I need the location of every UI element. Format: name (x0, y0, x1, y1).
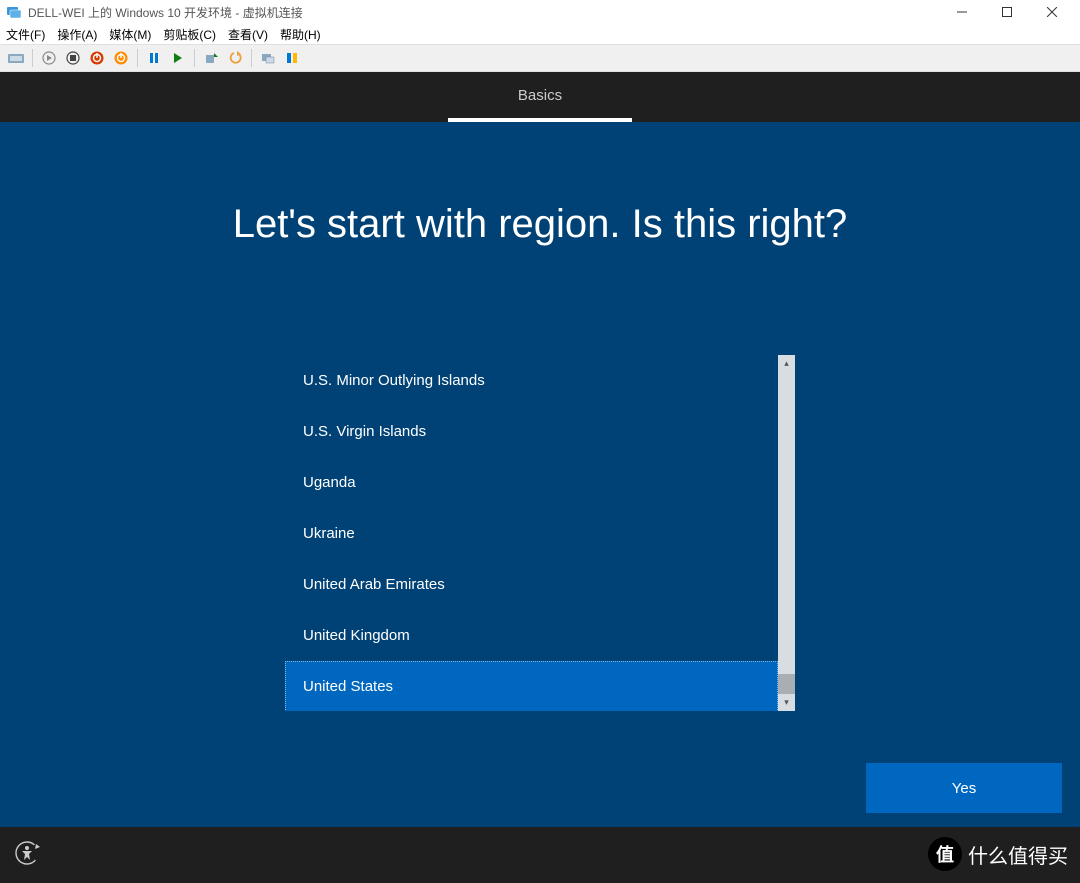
pause-icon[interactable] (144, 48, 164, 68)
start-icon[interactable] (39, 48, 59, 68)
turn-off-icon[interactable] (63, 48, 83, 68)
scrollbar[interactable]: ▴ ▾ (778, 355, 795, 711)
list-item[interactable]: U.S. Virgin Islands (285, 406, 778, 457)
checkpoint-icon[interactable] (201, 48, 221, 68)
list-item[interactable]: Ukraine (285, 508, 778, 559)
close-button[interactable] (1029, 0, 1074, 24)
menu-action[interactable]: 操作(A) (57, 26, 97, 43)
menu-media[interactable]: 媒体(M) (109, 26, 151, 43)
watermark: 值 什么值得买 (928, 837, 1068, 871)
region-list[interactable]: U.S. Minor Outlying Islands U.S. Virgin … (285, 355, 778, 711)
minimize-button[interactable] (939, 0, 984, 24)
revert-icon[interactable] (225, 48, 245, 68)
host-titlebar: DELL-WEI 上的 Windows 10 开发环境 - 虚拟机连接 (0, 0, 1080, 24)
save-icon[interactable] (111, 48, 131, 68)
yes-button[interactable]: Yes (866, 763, 1062, 813)
watermark-badge: 值 (928, 837, 962, 871)
tab-basics[interactable]: Basics (448, 72, 632, 122)
vm-display: Basics Let's start with region. Is this … (0, 72, 1080, 883)
vm-connect-icon (6, 4, 22, 20)
reset-icon[interactable] (168, 48, 188, 68)
menu-help[interactable]: 帮助(H) (280, 26, 321, 43)
menu-file[interactable]: 文件(F) (6, 26, 45, 43)
maximize-button[interactable] (984, 0, 1029, 24)
host-toolbar (0, 44, 1080, 72)
scroll-down-icon[interactable]: ▾ (778, 694, 795, 711)
window-title: DELL-WEI 上的 Windows 10 开发环境 - 虚拟机连接 (28, 4, 303, 21)
list-item[interactable]: United Arab Emirates (285, 559, 778, 610)
list-item-selected[interactable]: United States (285, 661, 778, 711)
watermark-text: 什么值得买 (968, 840, 1068, 869)
oobe-heading: Let's start with region. Is this right? (233, 202, 848, 247)
scroll-up-icon[interactable]: ▴ (778, 355, 795, 372)
oobe-header: Basics (0, 72, 1080, 122)
shutdown-icon[interactable] (87, 48, 107, 68)
list-item[interactable]: United Kingdom (285, 610, 778, 661)
ease-of-access-icon[interactable] (14, 840, 40, 871)
share-icon[interactable] (282, 48, 302, 68)
list-item[interactable]: U.S. Minor Outlying Islands (285, 355, 778, 406)
host-menubar: 文件(F) 操作(A) 媒体(M) 剪贴板(C) 查看(V) 帮助(H) (0, 24, 1080, 44)
enhanced-session-icon[interactable] (258, 48, 278, 68)
menu-clipboard[interactable]: 剪贴板(C) (163, 26, 216, 43)
list-item[interactable]: Uganda (285, 457, 778, 508)
menu-view[interactable]: 查看(V) (228, 26, 268, 43)
region-list-box: U.S. Minor Outlying Islands U.S. Virgin … (285, 355, 795, 711)
ctrl-alt-del-icon[interactable] (6, 48, 26, 68)
oobe-footer (0, 827, 1080, 883)
oobe-body: Let's start with region. Is this right? … (0, 122, 1080, 827)
scrollbar-thumb[interactable] (778, 674, 795, 694)
